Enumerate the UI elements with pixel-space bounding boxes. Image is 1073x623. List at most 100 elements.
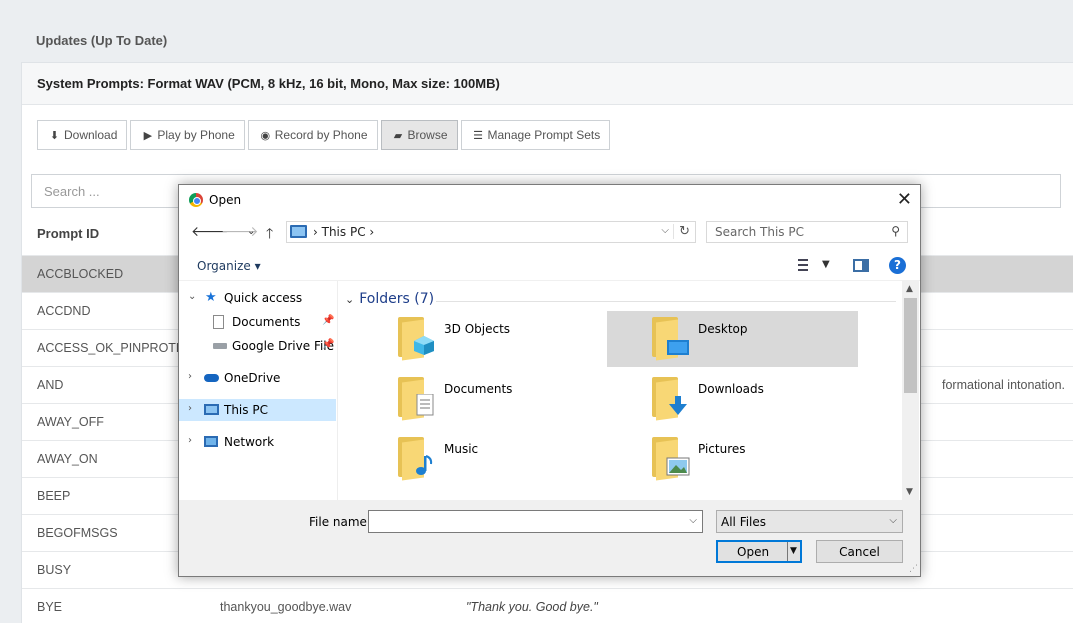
folder-3d-objects-icon	[398, 317, 434, 361]
folder-music-icon	[398, 437, 434, 481]
group-collapse-icon[interactable]: ⌄	[345, 293, 354, 306]
download-label: Download	[64, 128, 118, 142]
command-bar: Organize ▾ ▼ ?	[179, 251, 920, 281]
prompt-id: BEGOFMSGS	[37, 526, 118, 540]
dialog-footer: File name: ⌵ All Files ⌵ Open ▼ Cancel ⋰	[179, 500, 920, 576]
change-view-icon[interactable]	[798, 258, 814, 272]
close-icon[interactable]: ✕	[897, 189, 912, 210]
cancel-button[interactable]: Cancel	[816, 540, 903, 563]
folder-documents-icon	[398, 377, 434, 421]
network-icon	[204, 436, 218, 447]
folder-desktop[interactable]: Desktop	[607, 311, 858, 367]
folder-label: Music	[444, 442, 479, 456]
table-row[interactable]: BYE thankyou_goodbye.wav "Thank you. Good …	[22, 588, 1073, 623]
prompt-id: ACCDND	[37, 304, 91, 318]
folder-music[interactable]: Music	[353, 431, 604, 487]
file-name-label: File name:	[309, 515, 371, 529]
up-arrow-icon[interactable]: 🡑	[266, 223, 273, 247]
nav-label: Quick access	[224, 291, 303, 305]
prompt-toolbar: ⬇ Download ▶ Play by Phone ◉ Record by Phon…	[37, 120, 613, 150]
section-title: Updates (Up To Date)	[36, 33, 168, 48]
record-by-phone-label: Record by Phone	[274, 128, 368, 142]
this-pc-icon	[290, 225, 307, 238]
folder-documents[interactable]: Documents	[353, 371, 604, 427]
prompt-description: "Thank you. Good bye."	[466, 600, 598, 614]
vertical-scrollbar[interactable]: ▲ ▼	[902, 281, 919, 500]
folder-pictures[interactable]: Pictures	[607, 431, 858, 487]
scroll-up-icon[interactable]: ▲	[906, 284, 913, 294]
expand-chevron-icon[interactable]: ›	[188, 435, 192, 446]
folder-pictures-icon	[652, 437, 690, 481]
search-placeholder: Search This PC	[715, 225, 804, 239]
open-options-dropdown-icon[interactable]: ▼	[790, 546, 797, 556]
nav-item-network[interactable]: › Network	[179, 431, 336, 453]
download-button[interactable]: ⬇ Download	[37, 120, 128, 150]
refresh-icon[interactable]: ↻	[673, 224, 690, 239]
dialog-title-bar[interactable]: Open ✕	[179, 185, 920, 215]
scroll-down-icon[interactable]: ▼	[906, 487, 913, 497]
help-icon[interactable]: ?	[889, 257, 906, 274]
play-by-phone-label: Play by Phone	[157, 128, 235, 142]
file-name-dropdown-icon[interactable]: ⌵	[689, 515, 697, 526]
resize-grip-icon[interactable]: ⋰	[909, 564, 918, 574]
prompt-id: ACCBLOCKED	[37, 267, 124, 281]
browse-button[interactable]: ▰ Browse	[380, 120, 458, 150]
column-header-prompt-id[interactable]: Prompt ID	[37, 226, 99, 241]
organize-menu[interactable]: Organize ▾	[197, 259, 261, 273]
chrome-logo-icon	[189, 193, 203, 207]
address-bar[interactable]: › This PC › ⌵ ↻	[286, 221, 696, 243]
folder-desktop-icon	[652, 317, 689, 361]
play-icon: ▶	[143, 129, 153, 142]
list-icon: ☰	[473, 129, 483, 142]
file-name-input[interactable]: ⌵	[368, 510, 703, 533]
pin-icon[interactable]: 📌	[322, 315, 334, 326]
group-label: Folders (7)	[359, 291, 435, 307]
collapse-chevron-icon[interactable]: ⌄	[188, 291, 196, 302]
nav-item-documents[interactable]: Documents 📌	[179, 311, 336, 333]
drive-icon	[213, 343, 227, 349]
address-history-dropdown-icon[interactable]: ⌵	[661, 225, 669, 236]
nav-item-onedrive[interactable]: › OneDrive	[179, 367, 336, 389]
navigation-pane: ⌄ ★ Quick access Documents 📌 Google Driv…	[179, 281, 338, 500]
file-type-value: All Files	[721, 515, 767, 529]
record-by-phone-button[interactable]: ◉ Record by Phone	[247, 120, 378, 150]
nav-item-quick-access[interactable]: ⌄ ★ Quick access	[179, 287, 336, 309]
browse-label: Browse	[407, 128, 448, 142]
expand-chevron-icon[interactable]: ›	[188, 403, 192, 414]
documents-icon	[213, 315, 224, 329]
scrollbar-thumb[interactable]	[904, 298, 917, 393]
recent-locations-chevron-icon[interactable]: ⌄	[247, 226, 255, 237]
navigation-bar: 🡐 🡒 ⌄ 🡑 › This PC › ⌵ ↻ Search This PC ⚲	[179, 219, 920, 245]
open-button[interactable]: Open ▼	[716, 540, 802, 563]
play-by-phone-button[interactable]: ▶ Play by Phone	[130, 120, 245, 150]
breadcrumb[interactable]: › This PC ›	[313, 225, 374, 239]
file-type-dropdown-icon[interactable]: ⌵	[889, 515, 897, 526]
prompt-id: BUSY	[37, 563, 72, 577]
prompt-id: AWAY_OFF	[37, 415, 104, 429]
folder-downloads[interactable]: Downloads	[607, 371, 858, 427]
prompt-id: BEEP	[37, 489, 71, 503]
nav-label: OneDrive	[224, 371, 281, 385]
folder-downloads-icon	[652, 377, 688, 421]
group-divider	[436, 301, 896, 302]
prompt-id: AWAY_ON	[37, 452, 98, 466]
manage-prompt-sets-button[interactable]: ☰ Manage Prompt Sets	[460, 120, 611, 150]
nav-label: Google Drive File	[232, 339, 335, 353]
breadcrumb-this-pc[interactable]: This PC	[322, 225, 366, 239]
preview-pane-icon[interactable]	[853, 259, 869, 272]
search-this-pc-input[interactable]: Search This PC ⚲	[706, 221, 908, 243]
expand-chevron-icon[interactable]: ›	[188, 371, 192, 382]
folders-group-header[interactable]: ⌄ Folders (7)	[345, 291, 434, 307]
prompt-file: thankyou_goodbye.wav	[220, 600, 352, 614]
nav-item-google-drive[interactable]: Google Drive File 📌	[179, 335, 336, 357]
dialog-title: Open	[209, 193, 242, 207]
pin-icon[interactable]: 📌	[322, 339, 334, 350]
prompt-id: AND	[37, 378, 64, 392]
folder-open-icon: ▰	[393, 129, 403, 142]
folder-3d-objects[interactable]: 3D Objects	[353, 311, 604, 367]
nav-item-this-pc[interactable]: › This PC	[179, 399, 336, 421]
prompt-id: BYE	[37, 600, 63, 614]
search-icon: ⚲	[891, 224, 900, 238]
view-options-dropdown-icon[interactable]: ▼	[822, 259, 830, 270]
file-type-select[interactable]: All Files ⌵	[716, 510, 903, 533]
